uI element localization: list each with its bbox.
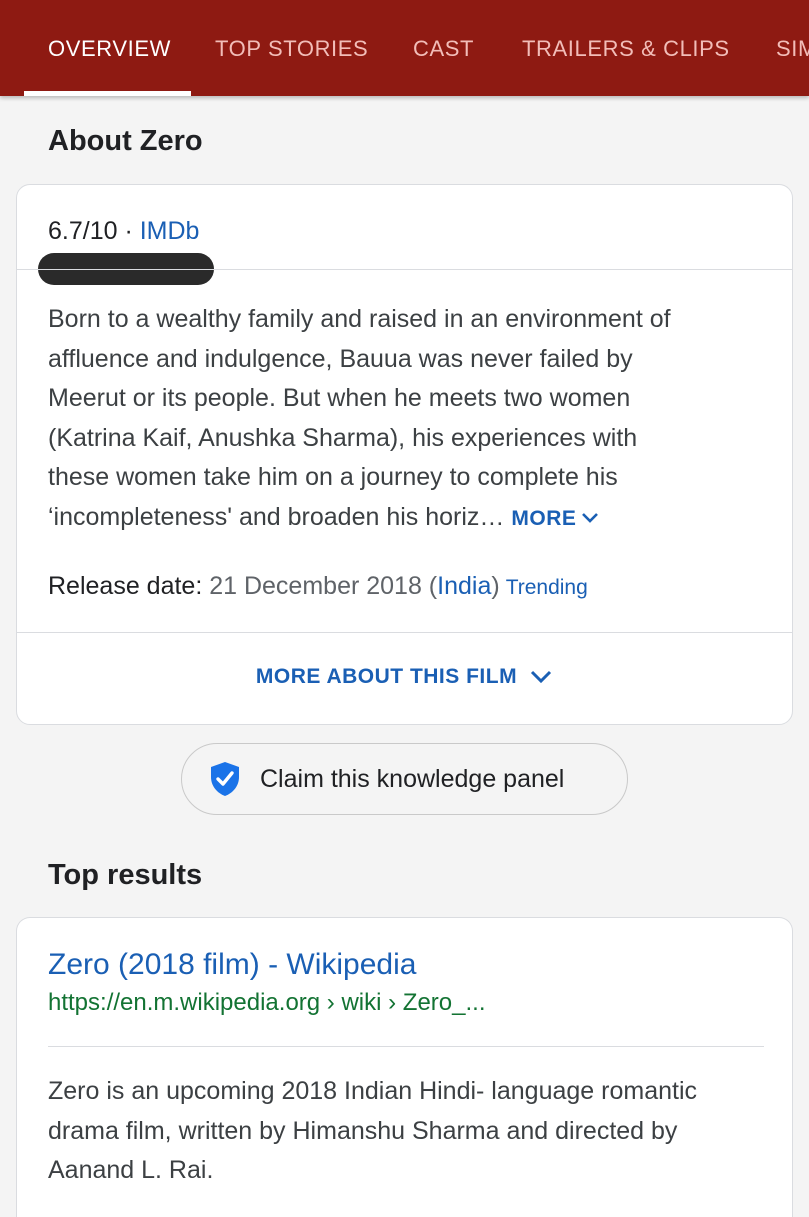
about-heading: About Zero bbox=[48, 125, 203, 157]
description-line: (Katrina Kaif, Anushka Sharma), his expe… bbox=[48, 423, 638, 452]
chevron-down-icon bbox=[580, 499, 600, 539]
card-divider bbox=[17, 269, 792, 270]
tab-overview[interactable]: OVERVIEW bbox=[48, 36, 171, 62]
rating-source-link[interactable]: IMDb bbox=[140, 217, 200, 245]
trending-label: Trending bbox=[505, 576, 588, 599]
about-card: 6.7/10 · IMDb Born to a wealthy family a… bbox=[16, 184, 793, 725]
rating-value: 6.7/10 bbox=[48, 217, 118, 245]
top-tab-bar: OVERVIEW TOP STORIES CAST TRAILERS & CLI… bbox=[0, 0, 809, 96]
rating-separator: · bbox=[117, 217, 140, 245]
result-url: https://en.m.wikipedia.org › wiki › Zero… bbox=[48, 989, 486, 1016]
description-line: Meerut or its people. But when he meets … bbox=[48, 384, 631, 412]
result-divider bbox=[48, 1046, 764, 1047]
release-paren-open: ( bbox=[421, 572, 438, 600]
snippet-line: Zero is an upcoming 2018 Indian Hindi- l… bbox=[48, 1077, 697, 1105]
description-line: Born to a wealthy family and raised in a… bbox=[48, 305, 671, 333]
search-result-card: Zero (2018 film) - Wikipedia https://en.… bbox=[16, 917, 793, 1217]
release-paren-close: ) bbox=[491, 572, 500, 600]
tab-trailers-clips[interactable]: TRAILERS & CLIPS bbox=[522, 36, 730, 62]
snippet-line: Aanand L. Rai. bbox=[48, 1156, 214, 1184]
tab-top-stories[interactable]: TOP STORIES bbox=[215, 36, 368, 62]
result-snippet: Zero is an upcoming 2018 Indian Hindi- l… bbox=[48, 1072, 778, 1191]
more-about-film-label: MORE ABOUT THIS FILM bbox=[255, 665, 518, 688]
verified-shield-icon bbox=[208, 760, 242, 798]
description-line: ‘incompleteness' and broaden his horiz… bbox=[48, 502, 505, 531]
top-results-heading: Top results bbox=[48, 859, 203, 891]
snippet-line: drama film, written by Himanshu Sharma a… bbox=[48, 1116, 678, 1145]
claim-label: Claim this knowledge panel bbox=[260, 764, 565, 793]
active-tab-indicator bbox=[24, 91, 191, 96]
tab-cast[interactable]: CAST bbox=[413, 36, 474, 62]
film-description: Born to a wealthy family and raised in a… bbox=[48, 300, 768, 539]
tab-similar[interactable]: SIMILAR bbox=[776, 36, 809, 62]
release-country-link[interactable]: India bbox=[437, 572, 491, 600]
release-date-value: 21 December 2018 bbox=[209, 572, 422, 600]
more-about-film-button[interactable]: MORE ABOUT THIS FILM bbox=[17, 633, 792, 725]
description-last-line: ‘incompleteness' and broaden his horiz… … bbox=[48, 498, 768, 539]
release-date-line: Release date: 21 December 2018 (India) Tr… bbox=[48, 571, 588, 603]
description-line: these women take him on a journey to com… bbox=[48, 463, 618, 491]
release-date-label: Release date: bbox=[48, 572, 210, 600]
rating-line: 6.7/10 · IMDb bbox=[48, 216, 199, 246]
more-label: MORE bbox=[511, 506, 577, 530]
chevron-down-icon bbox=[531, 670, 552, 684]
claim-knowledge-panel-button[interactable]: Claim this knowledge panel bbox=[181, 743, 628, 815]
description-line: affluence and indulgence, Bauua was neve… bbox=[48, 344, 633, 373]
more-description-button[interactable]: MORE bbox=[511, 507, 600, 530]
result-title-link[interactable]: Zero (2018 film) - Wikipedia bbox=[48, 947, 416, 983]
